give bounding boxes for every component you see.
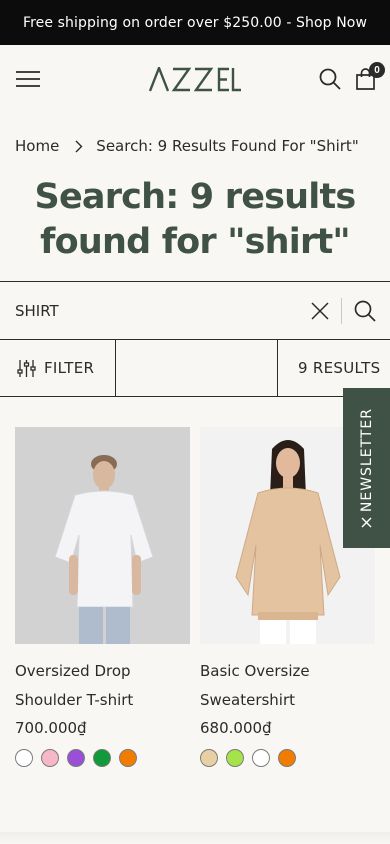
footer-edge (0, 832, 390, 844)
search-input[interactable]: SHIRT (15, 302, 311, 320)
newsletter-label: NEWSLETTER (358, 408, 375, 513)
search-icon (319, 68, 341, 90)
color-swatch[interactable] (252, 749, 270, 767)
chevron-right-icon (75, 140, 83, 153)
filter-button[interactable]: FILTER (0, 340, 116, 396)
newsletter-tab[interactable]: NEWSLETTER (343, 388, 390, 548)
color-swatches (15, 749, 190, 767)
clear-search-button[interactable] (311, 301, 329, 320)
search-button[interactable] (319, 68, 341, 90)
hamburger-icon (16, 71, 40, 87)
color-swatch[interactable] (278, 749, 296, 767)
product-card[interactable]: Oversized Drop Shoulder T-shirt 700.000₫ (15, 427, 190, 767)
color-swatches (200, 749, 375, 767)
product-price: 700.000₫ (15, 719, 87, 737)
page-title: Search: 9 results found for "shirt" (34, 177, 357, 262)
close-icon (311, 301, 329, 320)
product-price: 680.000₫ (200, 719, 272, 737)
header-actions: 0 (319, 62, 385, 90)
close-icon[interactable] (361, 517, 372, 528)
announcement-text[interactable]: Free shipping on order over $250.00 - Sh… (23, 15, 367, 31)
search-divider (341, 297, 342, 324)
submit-search-button[interactable] (354, 300, 376, 322)
toolbar-spacer (116, 340, 278, 396)
site-header: 0 (0, 45, 390, 113)
filter-toolbar: FILTER 9 RESULTS (0, 340, 390, 397)
cart-count-badge: 0 (369, 62, 385, 78)
search-icon (354, 300, 376, 322)
product-grid: Oversized Drop Shoulder T-shirt 700.000₫… (0, 397, 390, 767)
breadcrumb: Home Search: 9 Results Found For "Shirt" (0, 137, 390, 155)
color-swatch[interactable] (15, 749, 33, 767)
search-actions (311, 297, 376, 324)
cart-button[interactable]: 0 (355, 62, 385, 90)
color-swatch[interactable] (41, 749, 59, 767)
filter-label: FILTER (44, 359, 95, 377)
logo-wordmark (148, 64, 241, 92)
menu-button[interactable] (16, 70, 40, 88)
color-swatch[interactable] (200, 749, 218, 767)
site-logo[interactable] (148, 64, 241, 96)
breadcrumb-current: Search: 9 Results Found For "Shirt" (96, 137, 359, 155)
product-title[interactable]: Oversized Drop Shoulder T-shirt (15, 657, 190, 715)
filter-sliders-icon (17, 359, 36, 377)
color-swatch[interactable] (67, 749, 85, 767)
color-swatch[interactable] (119, 749, 137, 767)
breadcrumb-home-link[interactable]: Home (15, 137, 59, 155)
search-bar: SHIRT (0, 281, 390, 340)
product-image-tshirt[interactable] (15, 427, 190, 644)
announcement-bar[interactable]: Free shipping on order over $250.00 - Sh… (0, 0, 390, 45)
color-swatch[interactable] (93, 749, 111, 767)
product-title[interactable]: Basic Oversize Sweatershirt (200, 657, 375, 715)
color-swatch[interactable] (226, 749, 244, 767)
